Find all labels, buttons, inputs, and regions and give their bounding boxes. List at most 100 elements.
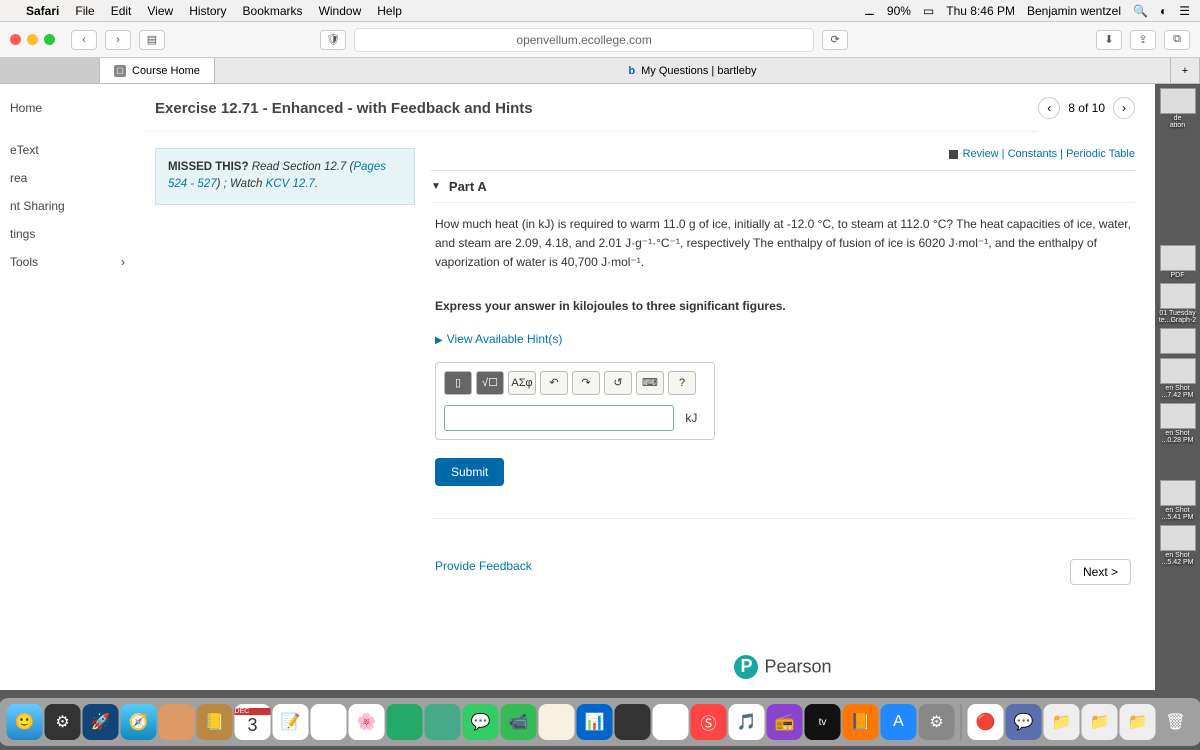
books-icon[interactable]: 📙 xyxy=(843,704,879,740)
close-window[interactable] xyxy=(10,34,21,45)
menu-edit[interactable]: Edit xyxy=(111,4,132,18)
nav-sharing[interactable]: nt Sharing xyxy=(0,192,135,220)
minimize-window[interactable] xyxy=(27,34,38,45)
tab-course-home[interactable]: ▢ Course Home xyxy=(100,58,215,83)
menu-window[interactable]: Window xyxy=(319,4,362,18)
app-name[interactable]: Safari xyxy=(26,4,59,18)
calendar-icon[interactable]: DEC3 xyxy=(235,704,271,740)
back-button[interactable]: ‹ xyxy=(71,30,97,50)
appletv-icon[interactable]: tv xyxy=(805,704,841,740)
folder-icon[interactable]: 📁 xyxy=(1120,704,1156,740)
settings-icon[interactable]: ⚙ xyxy=(919,704,955,740)
review-links[interactable]: Review | Constants | Periodic Table xyxy=(963,148,1135,160)
sysprefs-icon[interactable]: ⚙ xyxy=(45,704,81,740)
tab-bartleby[interactable]: b My Questions | bartleby xyxy=(215,58,1171,83)
prev-question[interactable]: ‹ xyxy=(1038,97,1060,119)
share-icon[interactable]: ⇪ xyxy=(1130,30,1156,50)
help-tool[interactable]: ? xyxy=(668,371,696,395)
kcv-link[interactable]: KCV 12.7 xyxy=(266,178,315,190)
desktop-file[interactable]: en Shot...5.41 PM xyxy=(1158,480,1198,521)
app-icon[interactable]: Ⓢ xyxy=(691,704,727,740)
safari-icon[interactable]: 🧭 xyxy=(121,704,157,740)
nav-tools[interactable]: Tools› xyxy=(0,248,135,276)
zoom-window[interactable] xyxy=(44,34,55,45)
numbers-icon[interactable]: 📊 xyxy=(577,704,613,740)
wifi-icon[interactable]: ⚊ xyxy=(864,4,875,18)
menu-history[interactable]: History xyxy=(189,4,226,18)
downloads-icon[interactable]: ⬇ xyxy=(1096,30,1122,50)
undo-tool[interactable]: ↶ xyxy=(540,371,568,395)
tab-overflow[interactable] xyxy=(0,58,100,83)
list-icon[interactable]: ☰ xyxy=(1179,4,1190,18)
greek-tool[interactable]: ΑΣφ xyxy=(508,371,536,395)
missed-this-box: MISSED THIS? Read Section 12.7 (Pages 52… xyxy=(155,148,415,205)
new-tab-button[interactable]: + xyxy=(1171,58,1200,83)
part-header[interactable]: ▼ Part A xyxy=(431,170,1135,203)
messages-icon[interactable]: 💬 xyxy=(463,704,499,740)
answer-input[interactable] xyxy=(444,405,674,431)
menu-help[interactable]: Help xyxy=(377,4,402,18)
podcasts-icon[interactable]: 📻 xyxy=(767,704,803,740)
desktop-file[interactable]: deation xyxy=(1158,88,1198,129)
app-icon[interactable] xyxy=(539,704,575,740)
app-icon[interactable] xyxy=(653,704,689,740)
nav-area[interactable]: rea xyxy=(0,164,135,192)
music-icon[interactable]: 🎵 xyxy=(729,704,765,740)
appstore-icon[interactable]: A xyxy=(881,704,917,740)
app-icon[interactable] xyxy=(159,704,195,740)
nav-etext[interactable]: eText xyxy=(0,136,135,164)
finder-icon[interactable]: 🙂 xyxy=(7,704,43,740)
chrome-icon[interactable]: 🔴 xyxy=(968,704,1004,740)
nav-blank[interactable] xyxy=(0,122,135,136)
reminders-icon[interactable]: ☑ xyxy=(311,704,347,740)
desktop-file[interactable]: en Shot...5.42 PM xyxy=(1158,525,1198,566)
discord-icon[interactable]: 💬 xyxy=(1006,704,1042,740)
shield-icon[interactable]: 🛡 xyxy=(320,30,346,50)
user-name[interactable]: Benjamin wentzel xyxy=(1027,4,1121,18)
reload-button[interactable]: ⟳ xyxy=(822,30,848,50)
desktop-file[interactable]: 01 Tuesdayte...Graph-2 xyxy=(1158,283,1198,324)
submit-button[interactable]: Submit xyxy=(435,458,504,486)
contacts-icon[interactable]: 📒 xyxy=(197,704,233,740)
view-hints[interactable]: ▶View Available Hint(s) xyxy=(431,328,1135,356)
folder-icon[interactable]: 📁 xyxy=(1082,704,1118,740)
desktop-file[interactable]: en Shot...0.28 PM xyxy=(1158,403,1198,444)
part-label: Part A xyxy=(449,179,487,194)
address-bar[interactable]: openvellum.ecollege.com xyxy=(354,28,814,52)
menu-bookmarks[interactable]: Bookmarks xyxy=(243,4,303,18)
desktop-file[interactable]: PDF xyxy=(1158,245,1198,279)
app-icon[interactable] xyxy=(387,704,423,740)
app-icon[interactable] xyxy=(425,704,461,740)
sqrt-tool[interactable]: √☐ xyxy=(476,371,504,395)
spotlight-icon[interactable]: 🔍 xyxy=(1133,4,1148,18)
missed-prefix: MISSED THIS? xyxy=(168,161,249,173)
keyboard-tool[interactable]: ⌨ xyxy=(636,371,664,395)
folder-icon[interactable]: 📁 xyxy=(1044,704,1080,740)
dock-divider xyxy=(961,704,962,740)
app-icon[interactable] xyxy=(615,704,651,740)
provide-feedback-link[interactable]: Provide Feedback xyxy=(435,559,532,585)
sidebar-button[interactable]: ▤ xyxy=(139,30,165,50)
desktop-file[interactable]: en Shot...7.42 PM xyxy=(1158,358,1198,399)
nav-settings[interactable]: tings xyxy=(0,220,135,248)
facetime-icon[interactable]: 📹 xyxy=(501,704,537,740)
tabs-icon[interactable]: ⧉ xyxy=(1164,30,1190,50)
template-tool[interactable]: ▯ xyxy=(444,371,472,395)
control-center-icon[interactable]: ◐ xyxy=(1160,4,1167,18)
clock[interactable]: Thu 8:46 PM xyxy=(946,4,1015,18)
photos-icon[interactable]: 🌸 xyxy=(349,704,385,740)
desktop-file[interactable] xyxy=(1158,328,1198,354)
menu-view[interactable]: View xyxy=(147,4,173,18)
menu-file[interactable]: File xyxy=(75,4,94,18)
forward-button[interactable]: › xyxy=(105,30,131,50)
launchpad-icon[interactable]: 🚀 xyxy=(83,704,119,740)
nav-home[interactable]: Home xyxy=(0,94,135,122)
trash-icon[interactable]: 🗑 xyxy=(1158,704,1194,740)
next-button[interactable]: Next > xyxy=(1070,559,1131,585)
pearson-logo-icon: P xyxy=(734,655,758,679)
reset-tool[interactable]: ↺ xyxy=(604,371,632,395)
redo-tool[interactable]: ↷ xyxy=(572,371,600,395)
hint-column: MISSED THIS? Read Section 12.7 (Pages 52… xyxy=(145,132,425,690)
next-question[interactable]: › xyxy=(1113,97,1135,119)
notes-icon[interactable]: 📝 xyxy=(273,704,309,740)
